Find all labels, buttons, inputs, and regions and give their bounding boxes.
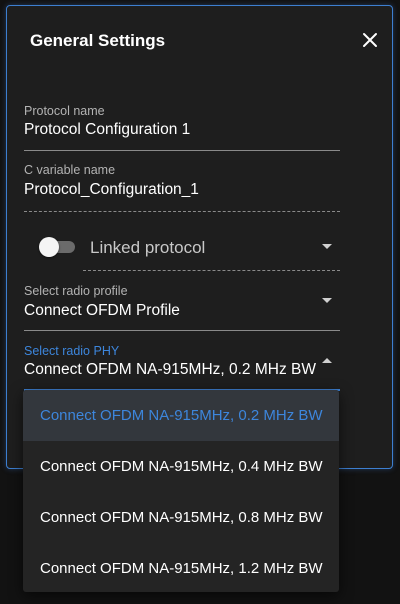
close-button[interactable] bbox=[362, 32, 378, 48]
linked-protocol-label: Linked protocol bbox=[90, 238, 206, 257]
protocol-name-label: Protocol name bbox=[24, 104, 105, 118]
protocol-name-underline bbox=[24, 150, 340, 151]
c-variable-name-field: C variable name Protocol_Configuration_1 bbox=[24, 163, 340, 213]
radio-phy-menu: Connect OFDM NA-915MHz, 0.2 MHz BW Conne… bbox=[23, 390, 339, 592]
radio-profile-underline bbox=[24, 330, 340, 331]
radio-profile-select[interactable]: Select radio profile Connect OFDM Profil… bbox=[24, 284, 340, 332]
radio-profile-value: Connect OFDM Profile bbox=[24, 302, 180, 319]
dialog-title: General Settings bbox=[30, 31, 166, 50]
c-variable-name-label: C variable name bbox=[24, 163, 116, 177]
close-icon bbox=[363, 33, 377, 47]
radio-phy-select[interactable]: Select radio PHY Connect OFDM NA-915MHz,… bbox=[24, 344, 340, 392]
c-variable-name-value: Protocol_Configuration_1 bbox=[24, 181, 199, 198]
radio-phy-label: Select radio PHY bbox=[24, 344, 120, 358]
c-variable-name-underline bbox=[24, 211, 340, 212]
toggle-thumb bbox=[39, 237, 59, 257]
radio-phy-value: Connect OFDM NA-915MHz, 0.2 MHz BW bbox=[24, 361, 316, 378]
radio-profile-chevron-down-icon bbox=[322, 298, 332, 303]
protocol-name-value: Protocol Configuration 1 bbox=[24, 121, 191, 138]
linked-protocol-underline bbox=[83, 270, 340, 271]
radio-phy-option[interactable]: Connect OFDM NA-915MHz, 0.2 MHz BW bbox=[23, 390, 339, 441]
radio-phy-option[interactable]: Connect OFDM NA-915MHz, 1.2 MHz BW bbox=[23, 543, 339, 592]
radio-phy-chevron-up-icon bbox=[322, 358, 332, 363]
radio-profile-label: Select radio profile bbox=[24, 284, 128, 298]
linked-protocol-chevron-down-icon[interactable] bbox=[322, 244, 332, 249]
linked-protocol-toggle[interactable] bbox=[39, 237, 77, 257]
radio-phy-option[interactable]: Connect OFDM NA-915MHz, 0.8 MHz BW bbox=[23, 492, 339, 543]
radio-phy-option[interactable]: Connect OFDM NA-915MHz, 0.4 MHz BW bbox=[23, 441, 339, 492]
protocol-name-field[interactable]: Protocol name Protocol Configuration 1 bbox=[24, 104, 340, 152]
